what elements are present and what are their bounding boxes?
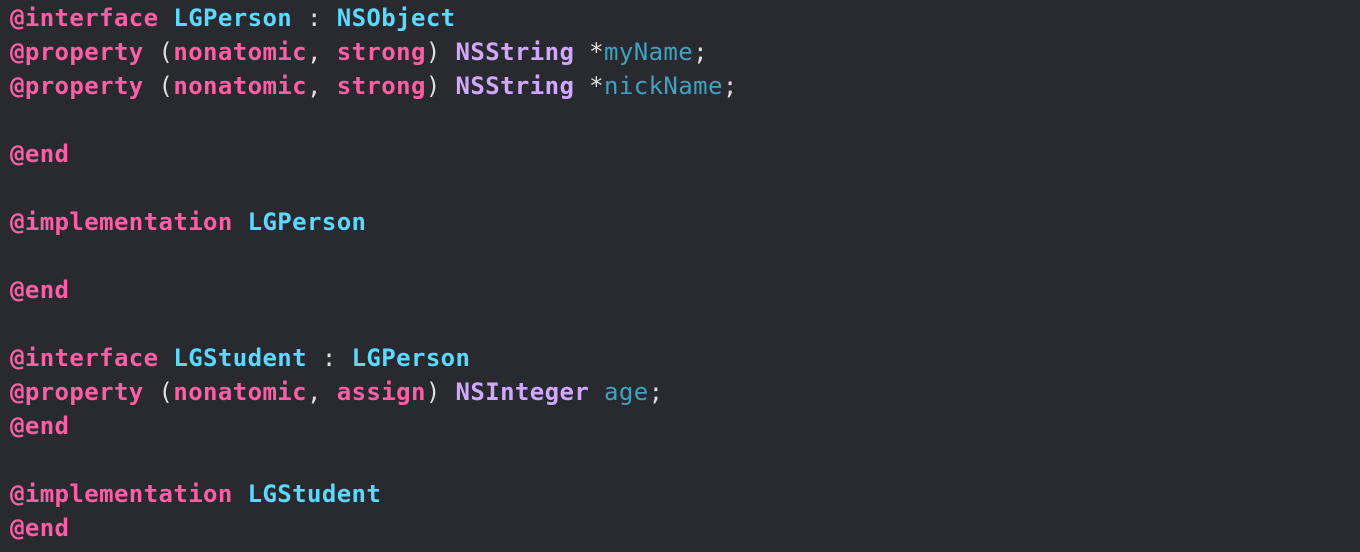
- colon: :: [307, 344, 352, 372]
- keyword-end: @end: [10, 412, 70, 440]
- superclass-name: NSObject: [336, 4, 456, 32]
- code-line-3: @property (nonatomic, strong) NSString *…: [10, 69, 738, 103]
- close-paren: ): [425, 72, 456, 100]
- code-line-7: @implementation LGPerson: [10, 205, 366, 239]
- open-paren: (: [143, 378, 174, 406]
- attr-nonatomic: nonatomic: [173, 38, 308, 66]
- open-paren: (: [143, 72, 174, 100]
- open-paren: (: [143, 38, 174, 66]
- attr-strong: strong: [336, 38, 426, 66]
- keyword-interface: @interface: [10, 344, 159, 372]
- code-line-13: @end: [10, 409, 69, 443]
- comma: ,: [307, 378, 337, 406]
- superclass-name: LGPerson: [351, 344, 471, 372]
- keyword-implementation: @implementation: [10, 208, 233, 236]
- attr-assign: assign: [336, 378, 426, 406]
- code-line-5: @end: [10, 137, 69, 171]
- class-name: LGPerson: [247, 208, 367, 236]
- code-line-16: @end: [10, 511, 69, 545]
- code-editor[interactable]: @interface LGPerson : NSObject @property…: [0, 0, 1360, 552]
- keyword-interface: @interface: [10, 4, 159, 32]
- comma: ,: [307, 72, 337, 100]
- class-name: LGPerson: [173, 4, 293, 32]
- type-name: NSInteger: [455, 378, 590, 406]
- attr-nonatomic: nonatomic: [173, 72, 308, 100]
- semicolon: ;: [693, 38, 708, 66]
- code-line-15: @implementation LGStudent: [10, 477, 381, 511]
- keyword-end: @end: [10, 140, 70, 168]
- keyword-implementation: @implementation: [10, 480, 233, 508]
- keyword-property: @property: [10, 378, 144, 406]
- attr-strong: strong: [336, 72, 426, 100]
- code-line-2: @property (nonatomic, strong) NSString *…: [10, 35, 708, 69]
- colon: :: [292, 4, 337, 32]
- close-paren: ): [425, 378, 456, 406]
- property-name: nickName: [604, 72, 723, 100]
- type-name: NSString: [455, 38, 575, 66]
- semicolon: ;: [722, 72, 738, 100]
- code-line-9: @end: [10, 273, 69, 307]
- pointer-star: *: [574, 38, 605, 66]
- keyword-property: @property: [10, 38, 144, 66]
- keyword-end: @end: [10, 514, 70, 542]
- close-paren: ): [425, 38, 456, 66]
- class-name: LGStudent: [247, 480, 382, 508]
- semicolon: ;: [648, 378, 664, 406]
- comma: ,: [307, 38, 337, 66]
- keyword-end: @end: [10, 276, 70, 304]
- property-name: age: [604, 378, 649, 406]
- property-name: myName: [604, 38, 694, 66]
- keyword-property: @property: [10, 72, 144, 100]
- code-line-1: @interface LGPerson : NSObject: [10, 1, 456, 35]
- code-line-11: @interface LGStudent : LGPerson: [10, 341, 470, 375]
- attr-nonatomic: nonatomic: [173, 378, 308, 406]
- code-line-12: @property (nonatomic, assign) NSInteger …: [10, 375, 663, 409]
- type-name: NSString: [455, 72, 575, 100]
- class-name: LGStudent: [173, 344, 308, 372]
- pointer-star: *: [574, 72, 605, 100]
